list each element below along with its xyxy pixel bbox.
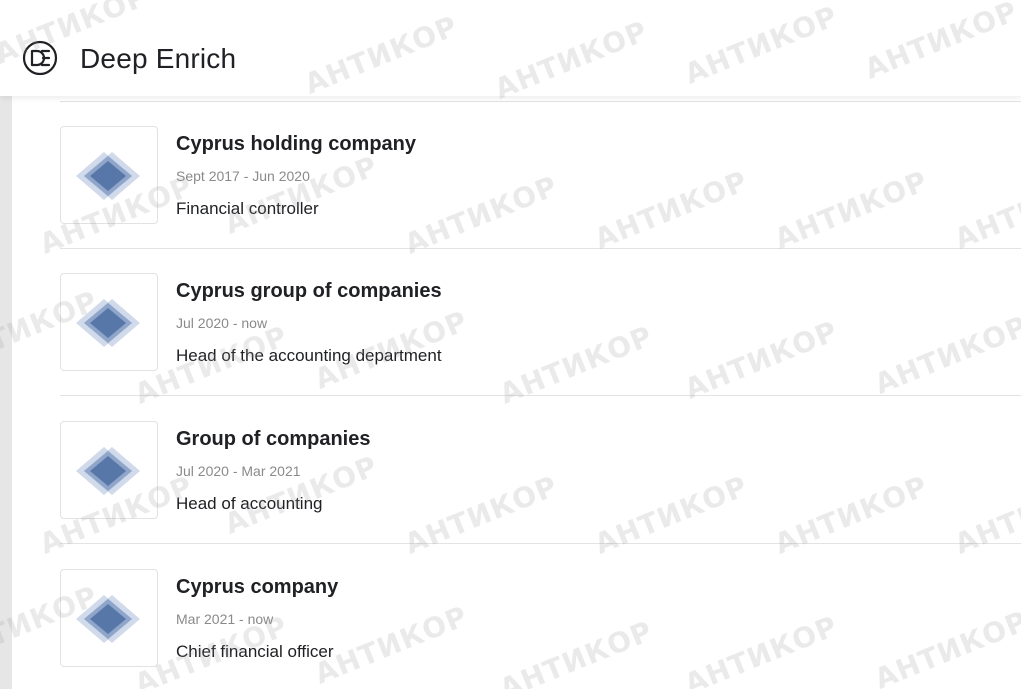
- company-logo: [60, 126, 158, 224]
- employment-dates: Mar 2021 - now: [176, 611, 274, 627]
- diamond-logo-icon: [76, 595, 140, 643]
- diamond-logo-icon: [76, 299, 140, 347]
- list-divider: [60, 395, 1021, 396]
- experience-item[interactable]: Group of companies Jul 2020 - Mar 2021 H…: [12, 421, 1021, 569]
- job-title: Head of the accounting department: [176, 346, 442, 365]
- company-name: Group of companies: [176, 428, 371, 450]
- company-name: Cyprus company: [176, 576, 339, 598]
- brand-name[interactable]: Deep Enrich: [80, 39, 236, 79]
- list-divider: [60, 543, 1021, 544]
- left-rail: [0, 96, 12, 689]
- company-logo: [60, 569, 158, 667]
- diamond-logo-icon: [76, 152, 140, 200]
- employment-dates: Jul 2020 - Mar 2021: [176, 463, 301, 479]
- job-title: Head of accounting: [176, 494, 323, 513]
- deep-enrich-logo-icon[interactable]: [22, 40, 58, 76]
- job-title: Financial controller: [176, 199, 319, 218]
- company-logo: [60, 421, 158, 519]
- employment-dates: Jul 2020 - now: [176, 315, 268, 331]
- company-name: Cyprus holding company: [176, 133, 417, 155]
- job-title: Chief financial officer: [176, 642, 334, 661]
- company-logo: [60, 273, 158, 371]
- app-header: Deep Enrich: [0, 0, 1021, 96]
- employment-dates: Sept 2017 - Jun 2020: [176, 168, 310, 184]
- list-divider: [60, 101, 1021, 102]
- page: Deep Enrich Cyprus holding company Sept …: [0, 0, 1021, 689]
- experience-item[interactable]: Cyprus group of companies Jul 2020 - now…: [12, 273, 1021, 421]
- experience-item[interactable]: Cyprus holding company Sept 2017 - Jun 2…: [12, 126, 1021, 274]
- list-divider: [60, 248, 1021, 249]
- company-name: Cyprus group of companies: [176, 280, 442, 302]
- diamond-logo-icon: [76, 447, 140, 495]
- experience-item[interactable]: Cyprus company Mar 2021 - now Chief fina…: [12, 569, 1021, 689]
- experience-list: Cyprus holding company Sept 2017 - Jun 2…: [12, 96, 1021, 689]
